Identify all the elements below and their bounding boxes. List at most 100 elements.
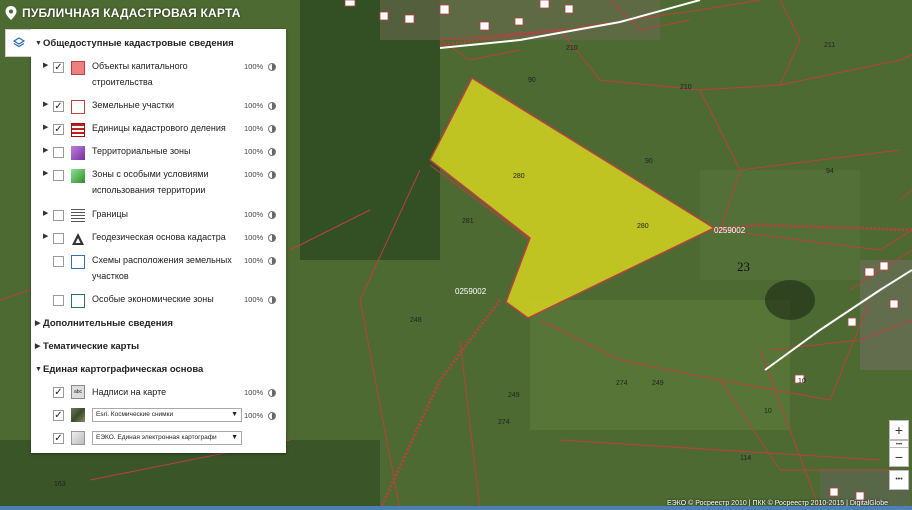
- zoom-out-button[interactable]: −: [889, 447, 909, 467]
- layer-checkbox[interactable]: ✓: [53, 124, 64, 135]
- layer-checkbox[interactable]: ✓: [53, 101, 64, 112]
- layer-checkbox[interactable]: ✓: [53, 387, 64, 398]
- parcel-label: 210: [680, 84, 692, 91]
- opacity-percent[interactable]: 100%: [244, 256, 263, 265]
- section-thematic[interactable]: ▶ Тематические карты: [31, 335, 139, 357]
- expand-arrow-icon[interactable]: ▶: [43, 61, 48, 69]
- opacity-icon[interactable]: [268, 148, 276, 156]
- basemap-select[interactable]: Esri. Космические снимки ▼: [92, 408, 242, 422]
- base-row-eeko[interactable]: ✓ ЕЭКО. Единая электронная картографи ▼: [31, 430, 286, 450]
- territorial-zone-symbol-icon: [71, 146, 85, 160]
- parcel-label: 94: [826, 168, 834, 175]
- more-tools-button[interactable]: •••: [889, 470, 909, 490]
- select-value: Esri. Космические снимки: [96, 411, 174, 418]
- expand-arrow-icon[interactable]: ▶: [43, 232, 48, 240]
- parcel-label: 114: [740, 455, 751, 462]
- opacity-percent[interactable]: 100%: [244, 62, 263, 71]
- expand-arrow-icon[interactable]: ▶: [43, 146, 48, 154]
- expand-arrow-icon[interactable]: ▶: [43, 123, 48, 131]
- opacity-percent[interactable]: 100%: [244, 411, 263, 420]
- section-additional[interactable]: ▶ Дополнительные сведения: [31, 312, 173, 334]
- satellite-thumbnail-icon: [71, 408, 85, 422]
- layer-checkbox[interactable]: [53, 147, 64, 158]
- layer-checkbox[interactable]: [53, 295, 64, 306]
- layer-checkbox[interactable]: [53, 210, 64, 221]
- layer-label: Единицы кадастрового деления: [92, 123, 226, 133]
- layer-row-borders[interactable]: ▶ Границы 100%: [31, 206, 286, 226]
- district-label: 0259002: [455, 287, 487, 296]
- opacity-icon[interactable]: [268, 63, 276, 71]
- opacity-percent[interactable]: 100%: [244, 295, 263, 304]
- section-title: Дополнительные сведения: [43, 317, 173, 329]
- section-public-cadastre[interactable]: ▼ Общедоступные кадастровые сведения: [31, 32, 234, 54]
- layer-label: Надписи на карте: [92, 387, 167, 397]
- cartography-thumbnail-icon: [71, 431, 85, 445]
- building-symbol-icon: [71, 61, 85, 75]
- section-base-map[interactable]: ▼ Единая картографическая основа: [31, 358, 203, 380]
- opacity-icon[interactable]: [268, 234, 276, 242]
- parcel-label: 274: [616, 380, 628, 387]
- caret-down-icon: ▼: [35, 39, 42, 47]
- layer-row-oks[interactable]: ▶ ✓ Объекты капитального строительства 1…: [31, 58, 286, 90]
- layer-row-land-plots[interactable]: ▶ ✓ Земельные участки 100%: [31, 97, 286, 117]
- layers-toggle-button[interactable]: [5, 29, 31, 57]
- opacity-percent[interactable]: 100%: [244, 210, 263, 219]
- opacity-percent[interactable]: 100%: [244, 388, 263, 397]
- expand-arrow-icon[interactable]: ▶: [43, 169, 48, 177]
- pin-logo-icon: [5, 6, 17, 20]
- opacity-icon[interactable]: [268, 211, 276, 219]
- parcel-label: 249: [652, 380, 664, 387]
- base-row-satellite[interactable]: ✓ Esri. Космические снимки ▼ 100%: [31, 407, 286, 427]
- land-plot-symbol-icon: [71, 100, 85, 114]
- select-value: ЕЭКО. Единая электронная картографи: [96, 434, 217, 441]
- cadastral-division-symbol-icon: [71, 123, 85, 137]
- layer-checkbox[interactable]: [53, 233, 64, 244]
- opacity-icon[interactable]: [268, 171, 276, 179]
- layer-label: Схемы расположения земельных участков: [92, 255, 232, 281]
- layer-row-territorial-zones[interactable]: ▶ Территориальные зоны 100%: [31, 143, 286, 163]
- opacity-percent[interactable]: 100%: [244, 124, 263, 133]
- layer-label: Территориальные зоны: [92, 146, 191, 156]
- special-zone-symbol-icon: [71, 169, 85, 183]
- layer-checkbox[interactable]: [53, 170, 64, 181]
- layer-row-land-schemes[interactable]: Схемы расположения земельных участков 10…: [31, 252, 286, 286]
- opacity-icon[interactable]: [268, 412, 276, 420]
- layer-row-special-zones[interactable]: ▶ Зоны с особыми условиями использования…: [31, 166, 286, 200]
- parcel-label: 163: [54, 481, 66, 488]
- expand-arrow-icon[interactable]: ▶: [43, 209, 48, 217]
- bottom-bar: [0, 506, 912, 510]
- layer-checkbox[interactable]: ✓: [53, 433, 64, 444]
- opacity-percent[interactable]: 100%: [244, 170, 263, 179]
- app-title: ПУБЛИЧНАЯ КАДАСТРОВАЯ КАРТА: [22, 6, 241, 20]
- parcel-label: 274: [498, 419, 510, 426]
- dropdown-arrow-icon: ▼: [231, 411, 238, 418]
- quarter-number: 23: [737, 259, 750, 274]
- layer-row-geodetic[interactable]: ▶ Геодезическая основа кадастра 100%: [31, 229, 286, 249]
- header: ПУБЛИЧНАЯ КАДАСТРОВАЯ КАРТА: [0, 0, 241, 26]
- parcel-label: 280: [513, 173, 525, 180]
- layer-checkbox[interactable]: ✓: [53, 410, 64, 421]
- layer-row-cadastral-units[interactable]: ▶ ✓ Единицы кадастрового деления 100%: [31, 120, 286, 140]
- layer-checkbox[interactable]: ✓: [53, 62, 64, 73]
- opacity-icon[interactable]: [268, 296, 276, 304]
- caret-right-icon: ▶: [35, 320, 41, 327]
- opacity-icon[interactable]: [268, 125, 276, 133]
- layers-panel: ▼ Общедоступные кадастровые сведения ▶ ✓…: [31, 29, 286, 453]
- opacity-percent[interactable]: 100%: [244, 101, 263, 110]
- zoom-in-button[interactable]: +: [889, 420, 909, 440]
- section-title: Единая картографическая основа: [43, 363, 204, 375]
- basemap-select[interactable]: ЕЭКО. Единая электронная картографи ▼: [92, 431, 242, 445]
- layer-row-economic-zones[interactable]: Особые экономические зоны 100%: [31, 291, 286, 311]
- opacity-percent[interactable]: 100%: [244, 233, 263, 242]
- layer-checkbox[interactable]: [53, 256, 64, 267]
- parcel-label: 10: [798, 378, 806, 385]
- map-labels-thumbnail-icon: abc: [71, 385, 85, 399]
- layer-label: Объекты капитального строительства: [92, 61, 188, 87]
- opacity-percent[interactable]: 100%: [244, 147, 263, 156]
- scheme-symbol-icon: [71, 255, 85, 269]
- expand-arrow-icon[interactable]: ▶: [43, 100, 48, 108]
- base-row-labels[interactable]: ✓ abc Надписи на карте 100%: [31, 384, 286, 404]
- opacity-icon[interactable]: [268, 389, 276, 397]
- opacity-icon[interactable]: [268, 102, 276, 110]
- opacity-icon[interactable]: [268, 257, 276, 265]
